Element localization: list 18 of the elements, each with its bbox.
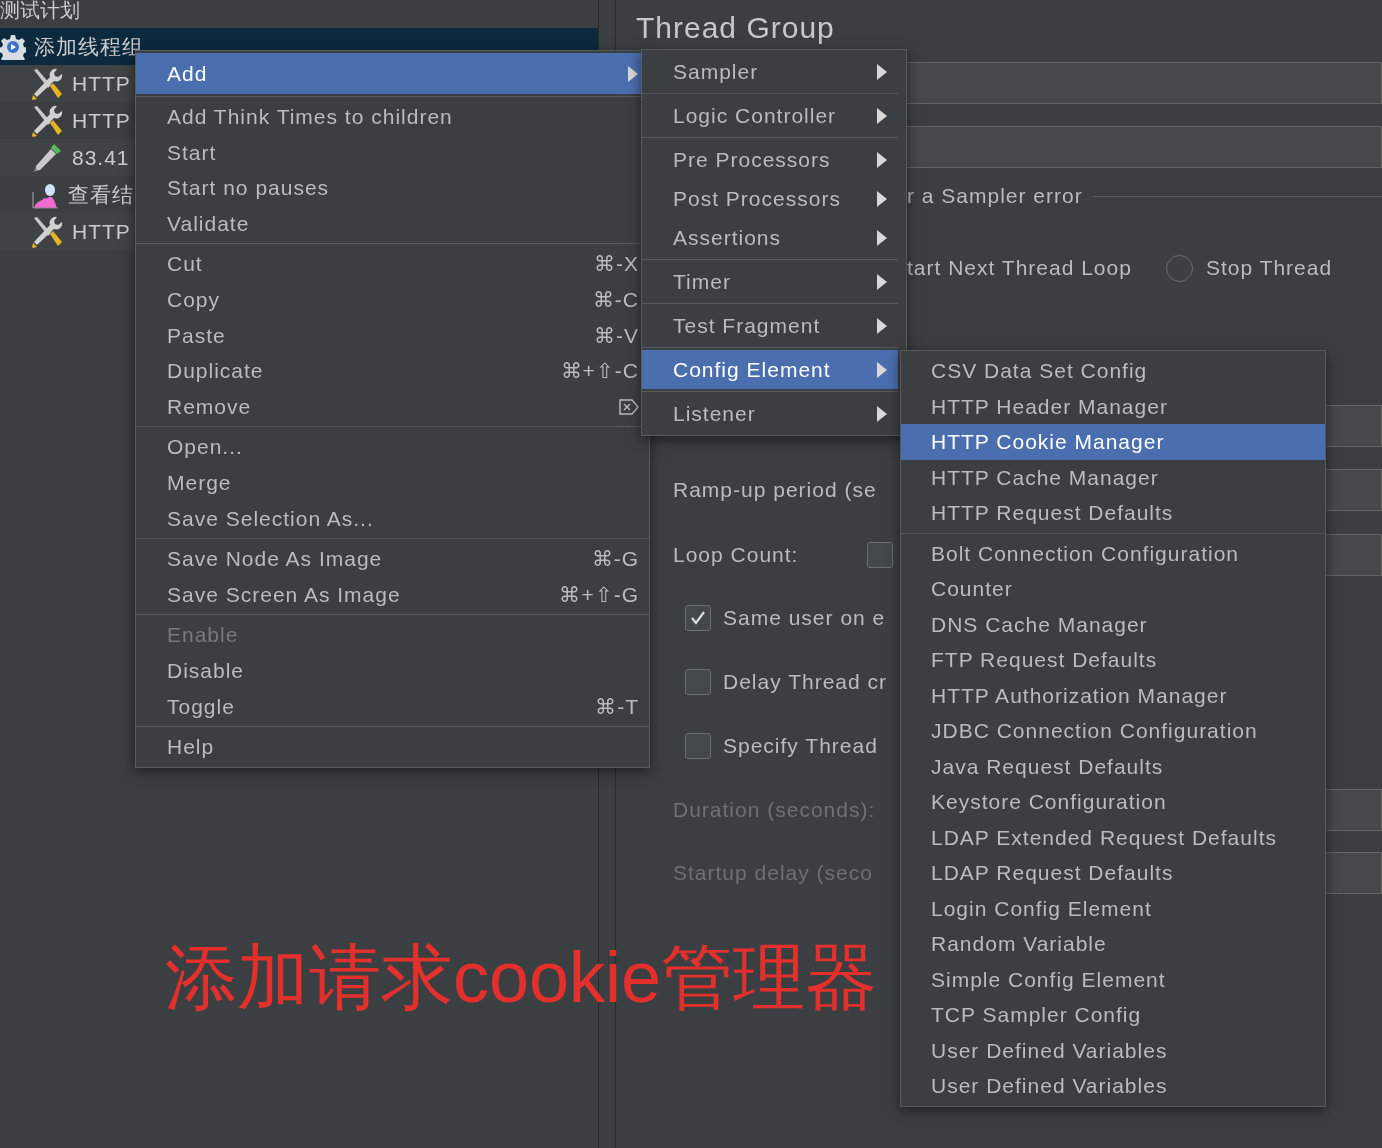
tree-label: HTTP [72,70,131,97]
shortcut-text: ⌘-T [595,693,639,720]
tree-label: HTTP [72,107,131,134]
annotation-text: 添加请求cookie管理器 [165,936,878,1019]
field-label: Ramp-up period (se [673,477,878,504]
radio-label: tart Next Thread Loop [907,255,1132,282]
tree-label: 查看结 [68,181,134,208]
field-label: Loop Count: [673,542,800,569]
shortcut-text: ⌘-C [592,287,639,313]
group-label: r a Sampler error [907,183,1083,210]
tree-label: 83.41 [72,144,130,171]
panel-title: Thread Group [636,10,835,46]
shortcut-text: ⌘-V [594,322,639,349]
tree-label: HTTP [72,218,131,245]
shortcut-text: ⌘+⇧-C [560,358,639,385]
shortcut-text: ⌘-G [591,546,639,573]
shortcut-text: ⌘+⇧-G [559,581,639,608]
shortcut-text: ⌘-X [594,251,639,278]
